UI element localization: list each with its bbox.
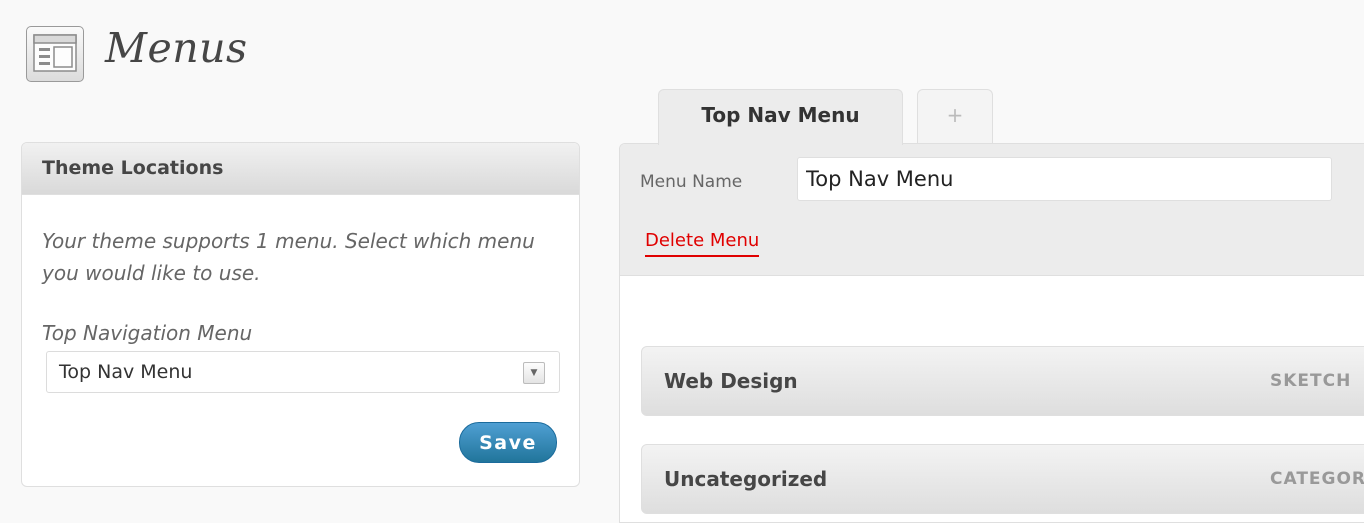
tab-top-nav-menu[interactable]: Top Nav Menu — [658, 89, 903, 145]
theme-locations-box: Theme Locations Your theme supports 1 me… — [21, 142, 580, 487]
menu-item-title: Uncategorized — [664, 467, 828, 491]
menu-name-label: Menu Name — [640, 172, 743, 192]
layout-icon — [33, 34, 77, 72]
top-navigation-menu-select[interactable]: Top Nav Menu ▼ — [46, 351, 560, 393]
menu-editor: Menu Name Delete Menu Web Design SKETCH … — [619, 143, 1364, 523]
menu-name-input[interactable] — [797, 157, 1332, 201]
menu-item-title: Web Design — [664, 369, 798, 393]
menu-item-type: CATEGORY — [1270, 469, 1364, 489]
theme-locations-description: Your theme supports 1 menu. Select which… — [42, 229, 535, 285]
selected-menu-value: Top Nav Menu — [59, 361, 193, 383]
add-menu-tab[interactable]: + — [917, 89, 993, 143]
menu-editor-header: Menu Name Delete Menu — [620, 144, 1364, 276]
theme-locations-heading: Theme Locations — [22, 143, 579, 195]
menu-item-type: SKETCH — [1270, 371, 1352, 391]
menu-item-web-design[interactable]: Web Design SKETCH — [641, 346, 1364, 416]
page-title: Menus — [105, 24, 248, 72]
chevron-down-icon[interactable]: ▼ — [523, 362, 545, 384]
menus-page-icon — [26, 26, 84, 82]
top-navigation-menu-label: Top Navigation Menu — [42, 321, 253, 345]
save-button[interactable]: Save — [459, 422, 557, 463]
delete-menu-link[interactable]: Delete Menu — [645, 230, 760, 257]
